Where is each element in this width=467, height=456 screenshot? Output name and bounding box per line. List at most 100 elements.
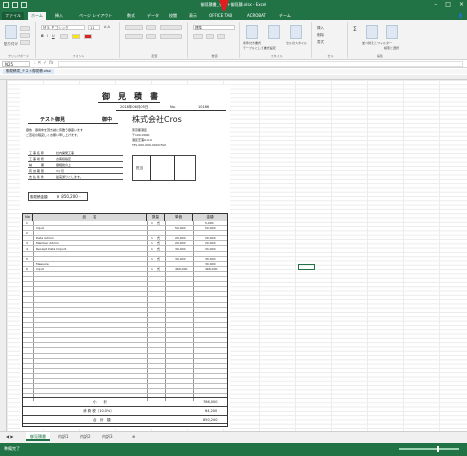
group-label: フォント [72,54,85,58]
document-title: 御 見 積 書 [102,92,158,101]
grow-font-icon[interactable]: A A [104,25,110,29]
format-painter-icon[interactable] [20,40,30,45]
table-format-icon[interactable] [268,25,280,39]
formula-bar: N25 : ✕ ✓ fx [0,60,467,68]
maximize-icon[interactable]: □ [445,1,451,8]
cell-price: 30,000 [175,256,186,261]
zoom-slider[interactable] [399,446,459,452]
status-bar: 準備完了 [0,443,467,456]
group-alignment: 配置 [122,22,188,58]
sort-filter-icon[interactable] [366,25,378,39]
orientation-icon[interactable] [146,25,156,30]
format-button[interactable]: 書式 [317,40,324,45]
cell-qty: 1 [151,256,153,261]
customer-name: テスト御見 [40,117,66,123]
font-color-icon[interactable] [84,34,92,39]
cell-amount: 30,000 [205,261,216,266]
underline-icon[interactable]: U [52,34,55,38]
insert-button[interactable]: 挿入 [317,26,324,31]
fill-color-icon[interactable] [72,34,80,39]
document-tab[interactable]: 御見積書_テスト御見積.xlsx [3,69,54,74]
header-price: 単価 [165,214,193,221]
minimize-icon[interactable]: – [434,1,437,8]
notice-line-2: ご査収の程宜しくお願い申し上げます。 [26,133,80,137]
group-font: ＭＳ Ｐゴシック 11 A A B I U フォント [38,22,120,58]
paste-icon[interactable] [5,25,17,39]
date-underline [116,110,226,111]
cell-price: 20,000 [175,241,186,246]
cell-qty: 1 [151,221,153,225]
conditional-format-icon[interactable] [246,25,258,39]
tab-acrobat[interactable]: ACROBAT [244,12,269,20]
group-editing: Σ 並べ替えとフィルター 検索と選択 編集 [350,22,410,58]
amount-value: ￥ 850,200 - [56,194,81,199]
window-controls: – □ × [434,1,464,8]
tab-team[interactable]: チーム [276,12,294,20]
cell-style-icon[interactable] [290,25,302,39]
zoom-thumb[interactable] [437,446,439,452]
tab-review[interactable]: 校閲 [166,12,180,20]
company-addr-3: 港区芝浦0-0-0 [132,138,152,142]
selected-cell[interactable] [298,264,315,270]
tab-home[interactable]: ホーム [28,12,46,20]
tab-formulas[interactable]: 数式 [124,12,138,20]
comma-icon[interactable] [217,34,225,39]
fx-icon[interactable]: : ✕ ✓ fx [34,60,54,66]
tab-insert[interactable]: 挿入 [52,12,66,20]
group-label: クリップボード [7,54,29,58]
delete-button[interactable]: 削除 [317,33,324,38]
close-icon[interactable]: × [459,1,464,8]
tab-page-layout[interactable]: ページ レイアウト [76,12,115,20]
cell-no: 4 [26,246,28,251]
number-format-select[interactable]: 標準 [193,25,235,30]
tab-data[interactable]: データ [144,12,162,20]
merge-center-icon[interactable] [160,34,182,39]
row-headers[interactable] [0,80,7,431]
vertical-align-icon[interactable] [125,25,143,30]
font-name-select[interactable]: ＭＳ Ｐゴシック [41,25,85,30]
bold-icon[interactable]: B [41,34,44,38]
find-select-icon[interactable] [386,25,398,39]
name-box[interactable]: N25 [2,61,30,67]
cut-icon[interactable] [20,26,30,31]
sheet-tab[interactable]: 内訳3 [98,432,117,441]
formula-input[interactable] [58,61,463,67]
customer-underline [28,123,118,124]
group-label: 編集 [376,54,383,58]
cell-unit: 式 [157,241,161,246]
tab-office-tab[interactable]: OFFICE TAB [206,12,235,20]
indent-icon[interactable] [146,34,156,39]
user-account-icon[interactable]: 👤 [458,13,463,18]
field-row: 工 事 名 称社内開発工事 [28,151,123,156]
tab-view[interactable]: 表示 [186,12,200,20]
tab-file[interactable]: ファイル [2,12,24,20]
sheet-tab[interactable]: 内訳2 [76,432,95,441]
stamp-divider [174,155,175,181]
honorific: 御中 [102,117,113,123]
field-row: 納 期御相談の上 [28,163,123,168]
copy-icon[interactable] [20,33,30,38]
wrap-text-icon[interactable] [160,25,182,30]
cell-amount: 30,000 [205,256,216,261]
cell-style-label: セルのスタイル [286,41,308,45]
add-sheet-icon[interactable]: ⊕ [128,432,139,441]
subtotal-row: 小 計 786,000 [23,397,227,406]
autosum-icon[interactable]: Σ [353,26,357,33]
currency-icon[interactable] [193,34,203,39]
border-icon[interactable] [60,34,68,39]
cell-no: 5 [26,256,28,261]
percent-icon[interactable] [206,34,214,39]
sheet-tab[interactable]: 御見積書 [26,432,50,441]
sort-label: 並べ替えとフィルター [362,41,392,45]
table-format-label: テーブルとして書式設定 [243,46,276,50]
italic-icon[interactable]: I [47,34,48,38]
horizontal-align-icon[interactable] [125,34,143,39]
cell-amount: 5,000 [205,221,214,225]
font-size-select[interactable]: 11 [88,25,100,30]
group-label: セル [327,54,334,58]
sheet-nav-icon[interactable]: ◀ ▶ [2,432,17,441]
cell-price: 20,000 [175,236,186,241]
stamp-divider [150,155,151,181]
header-no: No [23,214,33,221]
sheet-tab[interactable]: 内訳1 [54,432,73,441]
